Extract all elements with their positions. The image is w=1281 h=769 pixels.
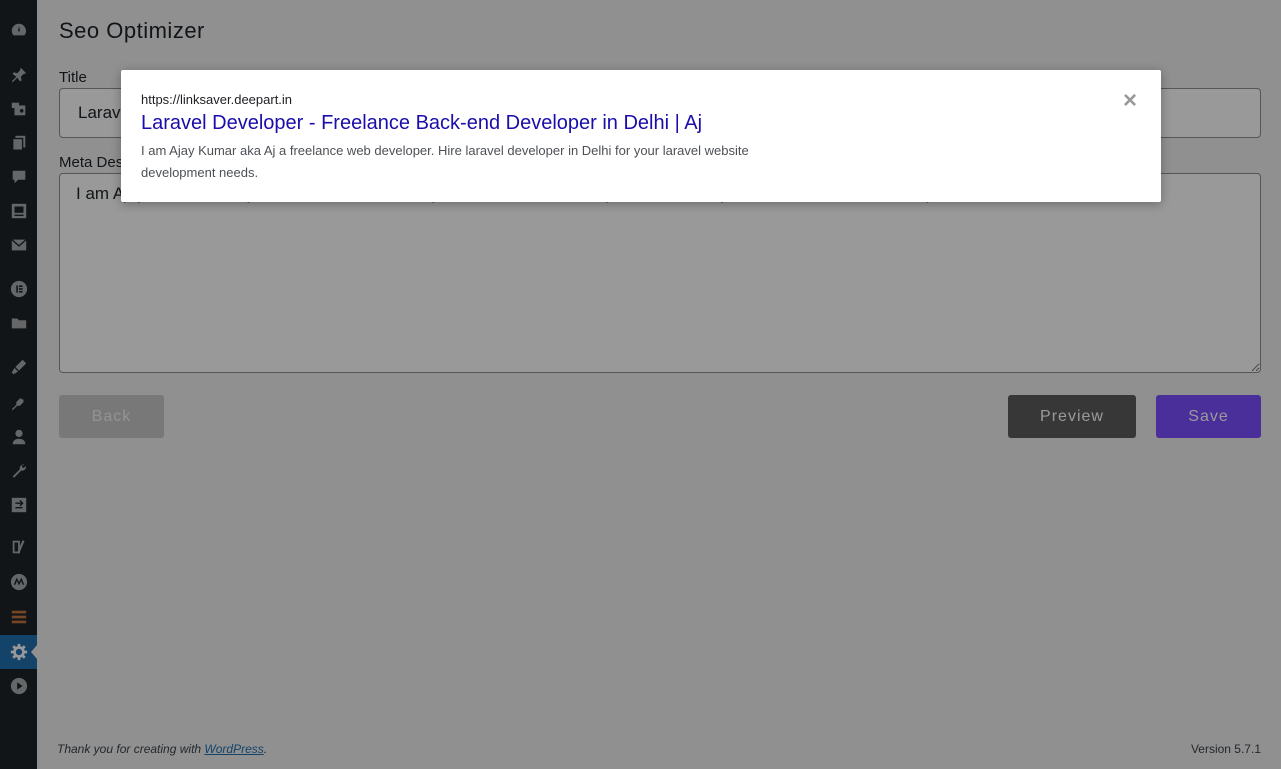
serp-preview-modal: https://linksaver.deepart.in Laravel Dev… [121, 70, 1161, 202]
close-icon[interactable]: × [1119, 87, 1141, 114]
serp-description: I am Ajay Kumar aka Aj a freelance web d… [141, 143, 749, 180]
serp-title-link[interactable]: Laravel Developer - Freelance Back-end D… [141, 112, 702, 135]
serp-url: https://linksaver.deepart.in [141, 92, 293, 107]
